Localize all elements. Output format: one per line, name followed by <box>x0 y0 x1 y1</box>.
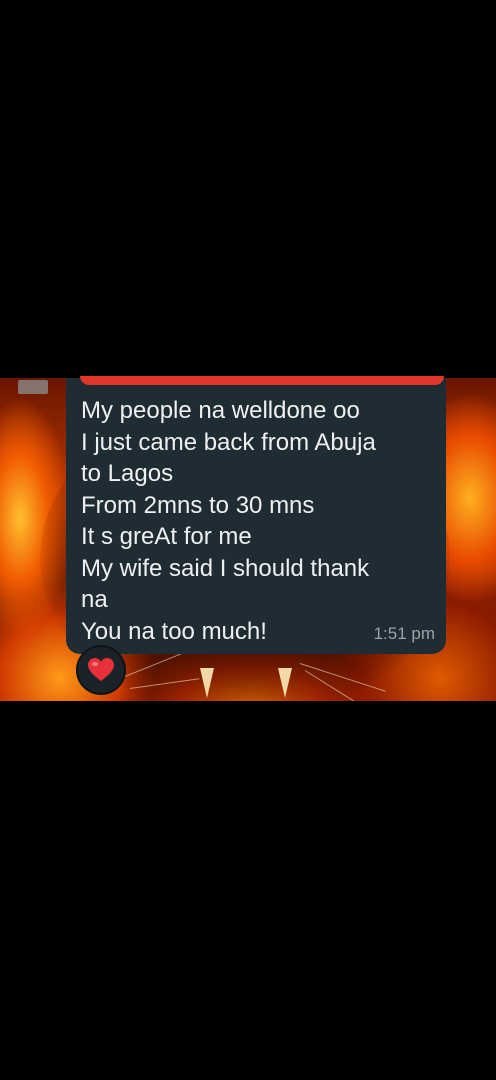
redaction-mark <box>80 376 444 385</box>
lion-fang-left <box>200 668 214 698</box>
message-line: It s greAt for me <box>81 523 252 550</box>
message-line: My wife said I should thank <box>81 554 370 582</box>
message-line: na <box>81 586 108 613</box>
incoming-message-bubble[interactable]: My people na welldone oo I just came bac… <box>66 378 446 654</box>
message-line: to Lagos <box>81 460 174 487</box>
message-line: I just came back from Abuja <box>81 428 376 456</box>
red-heart-icon <box>88 658 114 681</box>
lion-fang-right <box>278 668 292 698</box>
screenshot-canvas: My people na welldone oo I just came bac… <box>0 0 496 1080</box>
message-timestamp: 1:51 pm <box>373 624 435 643</box>
reaction-badge[interactable] <box>76 645 126 695</box>
message-line: My people na welldone oo <box>81 397 360 424</box>
partial-status-icon <box>18 380 48 394</box>
message-line: From 2mns to 30 mns <box>81 491 315 519</box>
